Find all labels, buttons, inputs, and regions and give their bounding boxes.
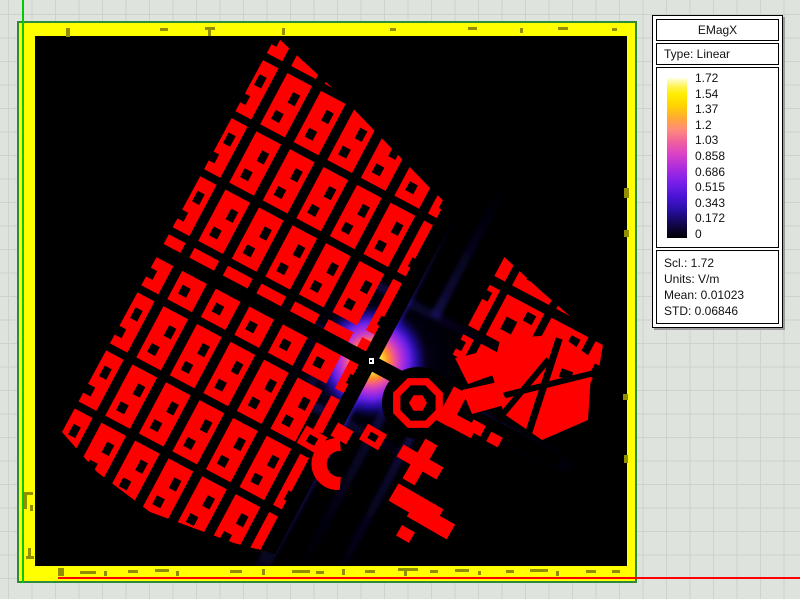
legend-scale-type: Type: Linear: [656, 43, 779, 65]
colorbar-section: 1.72 1.54 1.37 1.2 1.03 0.858 0.686 0.515 0.343 0…: [656, 67, 779, 248]
edge-geometry-mark: [104, 571, 107, 576]
edge-geometry-mark: [128, 570, 138, 573]
colorbar-tick: 0.686: [695, 164, 726, 179]
edge-geometry-mark: [176, 571, 179, 576]
edge-geometry-mark: [155, 569, 169, 572]
edge-geometry-mark: [28, 548, 31, 558]
stat-std: STD: 0.06846: [664, 304, 739, 318]
legend-panel[interactable]: EMagX Type: Linear 1.72 1.54 1.37 1.2 1.03 0.…: [652, 15, 783, 328]
edge-geometry-mark: [478, 571, 481, 575]
edge-geometry-mark: [208, 30, 211, 36]
edge-geometry-mark: [556, 571, 559, 576]
colorbar-tick: 1.54: [695, 86, 719, 101]
edge-geometry-mark: [365, 570, 375, 573]
edge-geometry-mark: [262, 569, 265, 575]
colorbar-gradient: [667, 78, 687, 238]
y-axis-line: [22, 0, 24, 583]
colorbar-tick: 1.37: [695, 102, 719, 117]
edge-geometry-mark: [342, 569, 345, 575]
legend-stats: Scl.: 1.72 Units: V/m Mean: 0.01023 STD:…: [656, 250, 779, 324]
colorbar-tick: 1.72: [695, 71, 719, 85]
application-workspace: { "legend": { "title": "EMagX", "type_la…: [0, 0, 800, 599]
edge-geometry-mark: [468, 27, 477, 30]
stat-units: Units: V/m: [664, 272, 720, 286]
edge-geometry-mark: [624, 230, 629, 237]
edge-geometry-mark: [230, 570, 242, 573]
edge-geometry-mark: [520, 28, 523, 33]
edge-geometry-mark: [430, 570, 438, 573]
colorbar-tick: 0.858: [695, 149, 726, 163]
edge-geometry-mark: [58, 568, 64, 576]
edge-geometry-mark: [66, 28, 70, 37]
stat-scale: Scl.: 1.72: [664, 256, 715, 270]
edge-geometry-mark: [455, 569, 469, 572]
edge-geometry-mark: [404, 571, 407, 576]
colorbar-tick: 1.03: [695, 133, 719, 148]
colorbar-tick: 0: [695, 227, 702, 241]
colorbar-tick: 0.172: [695, 211, 726, 226]
edge-geometry-mark: [80, 571, 96, 574]
edge-geometry-mark: [530, 569, 548, 572]
colorbar-tick: 0.515: [695, 180, 726, 195]
edge-geometry-mark: [24, 495, 27, 509]
edge-geometry-mark: [612, 570, 620, 573]
edge-geometry-mark: [160, 28, 168, 31]
x-axis-line: [58, 577, 800, 579]
edge-geometry-mark: [398, 568, 418, 571]
edge-geometry-mark: [558, 27, 568, 30]
edge-geometry-mark: [624, 188, 629, 198]
edge-geometry-mark: [292, 570, 310, 573]
edge-geometry-mark: [612, 28, 617, 31]
edge-geometry-mark: [316, 571, 324, 574]
edge-geometry-mark: [624, 455, 628, 463]
edge-geometry-mark: [282, 28, 285, 35]
colorbar-tick: 1.2: [695, 117, 712, 132]
colorbar-tick: 0.343: [695, 195, 726, 210]
edge-geometry-mark: [390, 28, 396, 31]
edge-geometry-mark: [623, 394, 628, 400]
edge-geometry-mark: [506, 570, 514, 573]
stat-mean: Mean: 0.01023: [664, 288, 745, 302]
edge-geometry-mark: [30, 505, 33, 511]
edge-geometry-mark: [586, 570, 596, 573]
legend-title: EMagX: [656, 19, 779, 41]
